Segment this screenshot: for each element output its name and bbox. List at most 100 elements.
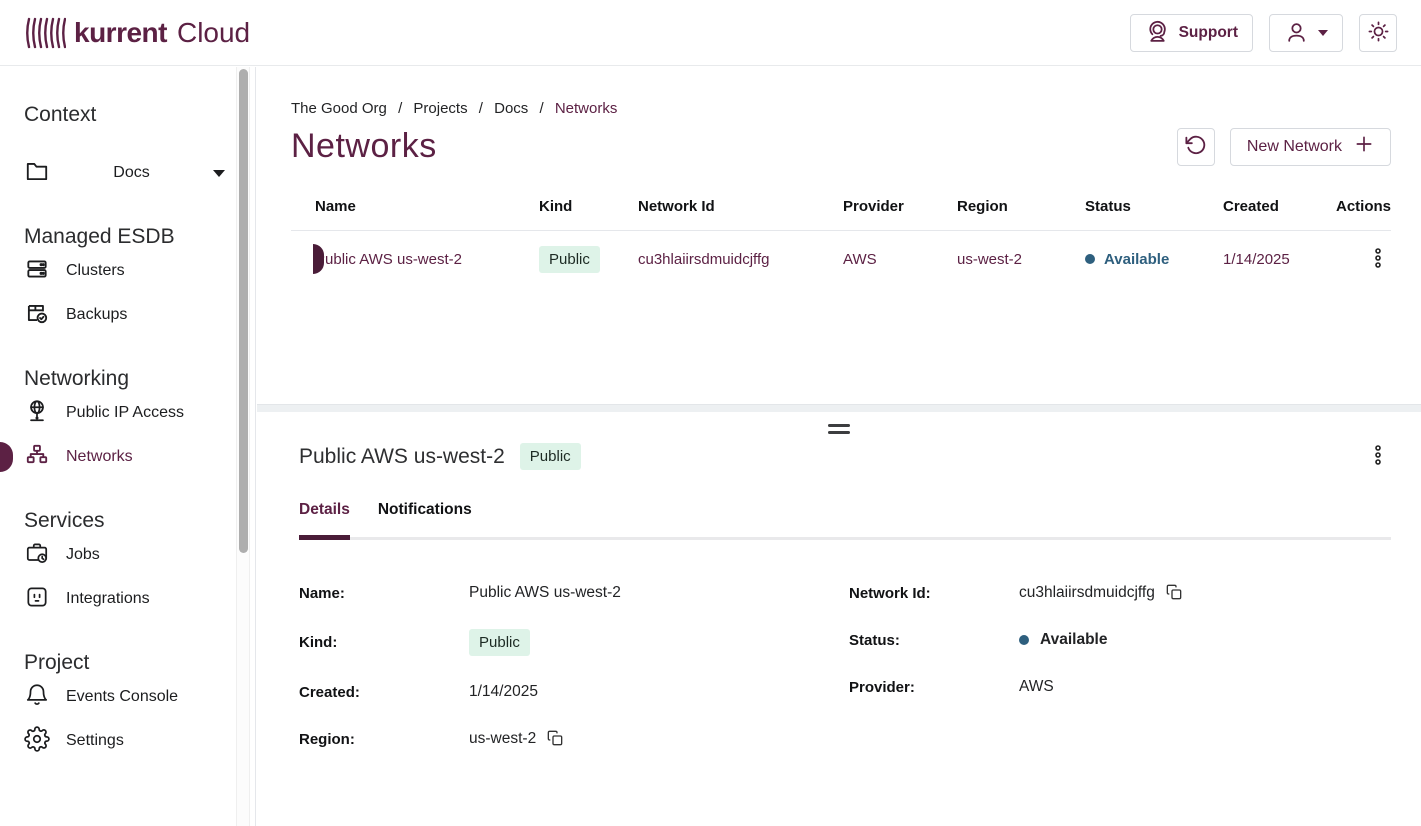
row-actions-button[interactable] [1365,243,1391,276]
sidebar-item-events-console[interactable]: Events Console [24,675,227,719]
plus-icon [1354,134,1374,159]
column-header-status: Status [1085,198,1223,215]
box-check-icon [24,300,50,331]
theme-toggle-button[interactable] [1359,14,1397,52]
copy-network-id-button[interactable] [1166,584,1182,603]
kurrent-cloud-logo: kurrent Cloud [24,15,250,51]
column-header-provider: Provider [843,198,957,215]
support-agent-icon [1145,20,1170,45]
bell-icon [24,682,50,713]
breadcrumb-item-org[interactable]: The Good Org [291,100,387,117]
main-content: The Good Org / Projects / Docs / Network… [257,67,1421,826]
sidebar-item-settings[interactable]: Settings [24,719,227,763]
field-created: Created: 1/14/2025 [299,681,849,703]
new-network-button-label: New Network [1247,138,1342,156]
field-name: Name: Public AWS us-west-2 [299,582,849,604]
breadcrumb-item-project[interactable]: Docs [494,100,528,117]
server-stack-icon [24,256,50,287]
detail-fields-right: Network Id: cu3hlaiirsdmuidcjffg [849,582,1391,775]
sidebar-item-public-ip-access[interactable]: Public IP Access [24,391,227,435]
support-button[interactable]: Support [1130,14,1253,52]
breadcrumb-item-projects[interactable]: Projects [413,100,467,117]
detail-tabs: Details Notifications [299,501,1391,540]
status-dot [1019,635,1029,645]
sidebar-item-label: Clusters [66,262,125,280]
cell-created: 1/14/2025 [1223,251,1332,268]
kind-badge: Public [520,443,581,470]
field-kind: Kind: Public [299,629,849,656]
account-menu-button[interactable] [1269,14,1343,52]
sidebar-item-jobs[interactable]: Jobs [24,533,227,577]
copy-icon [1166,584,1182,603]
sidebar-item-networks[interactable]: Networks [24,435,227,479]
logo-wordmark: kurrent [74,17,167,49]
sidebar-scrollbar[interactable] [236,67,250,826]
sidebar-item-label: Networks [66,448,133,466]
column-header-kind: Kind [539,198,638,215]
status-dot [1085,254,1095,264]
new-network-button[interactable]: New Network [1230,128,1391,166]
kebab-vertical-icon [1369,444,1387,469]
sidebar-section-services: Services [24,509,227,533]
sidebar-item-backups[interactable]: Backups [24,293,227,337]
networks-table: Name Kind Network Id Provider Region Sta… [291,198,1391,287]
sun-icon [1367,20,1390,46]
panel-resizer[interactable] [257,404,1421,412]
gear-icon [24,726,50,757]
column-header-name: Name [315,198,539,215]
column-header-network-id: Network Id [638,198,843,215]
tab-notifications[interactable]: Notifications [378,501,472,537]
detail-actions-button[interactable] [1365,440,1391,473]
sidebar-section-project: Project [24,651,227,675]
sidebar-scrollbar-thumb[interactable] [239,69,248,553]
networks-list-section: The Good Org / Projects / Docs / Network… [257,67,1421,404]
copy-icon [547,730,563,749]
outlet-icon [24,584,50,615]
field-network-id: Network Id: cu3hlaiirsdmuidcjffg [849,582,1391,604]
support-button-label: Support [1179,24,1238,42]
sidebar-item-label: Public IP Access [66,404,184,422]
chevron-down-icon [1318,30,1328,36]
sidebar-item-label: Settings [66,732,124,750]
page-title: Networks [291,127,437,166]
column-header-region: Region [957,198,1085,215]
active-item-marker [0,442,13,472]
sidebar-nav: Context Docs Managed ESDB Clusters [0,67,256,826]
context-selector-value: Docs [50,164,213,182]
sidebar-item-label: Integrations [66,590,150,608]
sidebar-item-integrations[interactable]: Integrations [24,577,227,621]
refresh-button[interactable] [1177,128,1215,166]
chevron-down-icon [213,170,225,177]
logo-suffix: Cloud [177,17,250,49]
field-status: Status: Available [849,629,1391,651]
rotate-ccw-icon [1185,134,1207,159]
cell-status: Available [1085,251,1223,268]
globe-stand-icon [24,398,50,429]
context-project-selector[interactable]: Docs [24,151,227,195]
briefcase-clock-icon [24,540,50,571]
status-label: Available [1040,631,1108,649]
column-header-created: Created [1223,198,1332,215]
cell-region: us-west-2 [957,251,1085,268]
table-header-row: Name Kind Network Id Provider Region Sta… [291,198,1391,231]
cell-name[interactable]: Public AWS us-west-2 [315,251,462,268]
field-region: Region: us-west-2 [299,728,849,750]
selected-row-marker [313,244,324,274]
kind-badge: Public [469,629,530,656]
user-icon [1284,20,1309,45]
table-row[interactable]: Public AWS us-west-2 Public cu3hlaiirsdm… [291,231,1391,287]
drag-handle-icon[interactable] [828,424,850,438]
logo-soundwave-icon [24,15,66,51]
copy-region-button[interactable] [547,730,563,749]
breadcrumb: The Good Org / Projects / Docs / Network… [291,100,1391,117]
tab-details[interactable]: Details [299,501,350,537]
field-provider: Provider: AWS [849,676,1391,698]
network-detail-panel: Public AWS us-west-2 Public Details Noti… [257,412,1421,826]
folder-icon [24,158,50,188]
cell-network-id: cu3hlaiirsdmuidcjffg [638,251,843,268]
sidebar-item-clusters[interactable]: Clusters [24,249,227,293]
kebab-vertical-icon [1369,247,1387,272]
app-window: kurrent Cloud Support [0,0,1421,826]
breadcrumb-current: Networks [555,100,618,117]
sidebar-section-context: Context [24,103,227,127]
